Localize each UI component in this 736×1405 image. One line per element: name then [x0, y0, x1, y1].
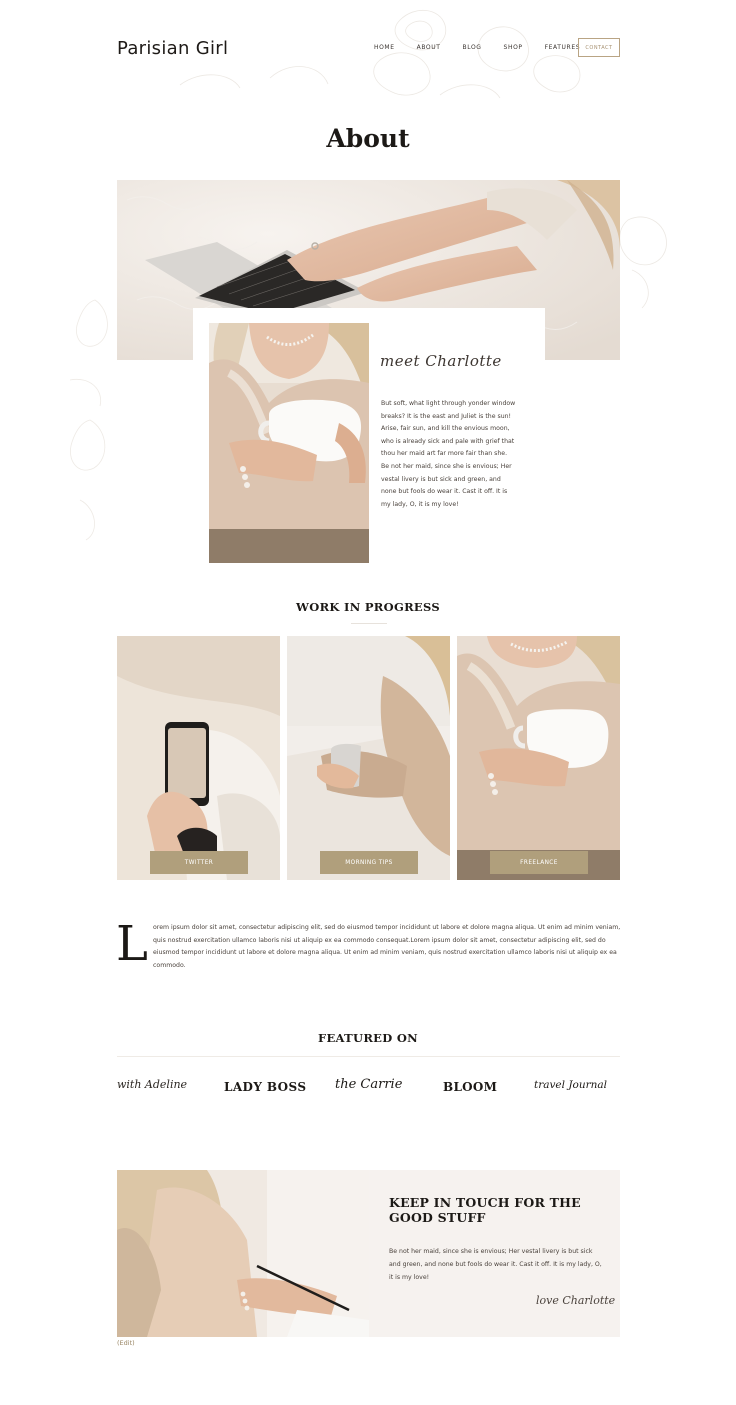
- keep-in-touch-title: KEEP IN TOUCH FOR THE GOOD STUFF: [389, 1195, 581, 1225]
- about-photo: [209, 323, 369, 563]
- featured-logo-travel-journal[interactable]: travel Journal: [534, 1079, 607, 1091]
- wip-card-freelance[interactable]: FREELANCE: [457, 636, 620, 880]
- wip-label-freelance: FREELANCE: [490, 851, 588, 874]
- main-nav: HOME ABOUT BLOG SHOP FEATURES: [374, 44, 602, 51]
- featured-divider: [117, 1056, 620, 1057]
- nav-home[interactable]: HOME: [374, 44, 395, 51]
- nav-shop[interactable]: SHOP: [504, 44, 523, 51]
- intro-paragraph: orem ipsum dolor sit amet, consectetur a…: [153, 924, 621, 969]
- nav-blog[interactable]: BLOG: [463, 44, 482, 51]
- featured-logo-lady-boss[interactable]: LADY BOSS: [224, 1080, 306, 1094]
- about-script-title: meet Charlotte: [380, 352, 502, 370]
- featured-logo-bloom[interactable]: BLOOM: [443, 1080, 497, 1094]
- featured-logo-with-adeline[interactable]: with Adeline: [117, 1078, 187, 1091]
- signature: love Charlotte: [536, 1294, 616, 1307]
- wip-card-twitter[interactable]: TWITTER: [117, 636, 280, 880]
- page-title: About: [326, 124, 410, 153]
- contact-button[interactable]: CONTACT: [578, 38, 620, 57]
- wip-card-morning-tips[interactable]: MORNING TIPS: [287, 636, 450, 880]
- floral-decoration-right: [619, 216, 667, 309]
- nav-about[interactable]: ABOUT: [417, 44, 441, 51]
- work-in-progress-heading: WORK IN PROGRESS: [296, 600, 440, 614]
- about-text: But soft, what light through yonder wind…: [381, 400, 516, 508]
- keep-in-touch-text: Be not her maid, since she is envious; H…: [389, 1248, 602, 1281]
- wip-label-twitter: TWITTER: [150, 851, 248, 874]
- drop-cap: L: [116, 916, 148, 972]
- keep-in-touch-photo: [117, 1170, 369, 1337]
- heading-divider: [351, 623, 387, 624]
- site-logo[interactable]: Parisian Girl: [117, 38, 228, 59]
- featured-logo-the-carrie[interactable]: the Carrie: [335, 1077, 402, 1092]
- edit-link[interactable]: (Edit): [117, 1339, 135, 1347]
- featured-on-heading: FEATURED ON: [318, 1031, 418, 1045]
- wip-label-morning-tips: MORNING TIPS: [320, 851, 418, 874]
- nav-features[interactable]: FEATURES: [545, 44, 581, 51]
- floral-decoration-header: [179, 9, 581, 99]
